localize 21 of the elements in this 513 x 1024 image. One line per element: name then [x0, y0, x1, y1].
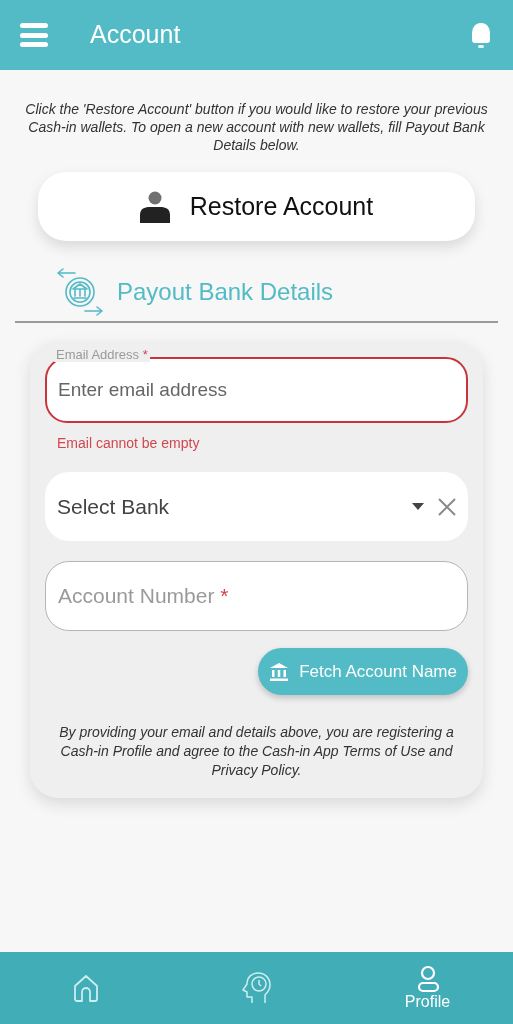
- section-title: Payout Bank Details: [117, 277, 334, 307]
- error-message: Email cannot be empty: [57, 434, 201, 453]
- home-icon: [71, 973, 100, 1003]
- account-number-field[interactable]: Account Number *: [45, 561, 468, 631]
- email-label: Email Address *: [54, 347, 150, 362]
- menu-icon[interactable]: [20, 23, 48, 47]
- dropdown-caret-icon[interactable]: [412, 503, 424, 510]
- clear-icon[interactable]: [438, 497, 456, 516]
- account-number-placeholder: Account Number *: [58, 583, 229, 610]
- disclaimer-text: By providing your email and details above, you are registering a Cash-in Profile and agree to the Cash-in App Terms of Use and Privacy Policy.: [58, 723, 455, 780]
- restore-account-button[interactable]: Restore Account: [38, 172, 475, 241]
- head-clock-icon: [240, 971, 273, 1005]
- bank-icon: [269, 661, 290, 682]
- nav-item[interactable]: Profile: [342, 952, 513, 1024]
- bank-transfer-icon: [55, 268, 105, 316]
- bank-select[interactable]: Select Bank: [45, 472, 468, 541]
- intro-text: Click the 'Restore Account' button if you would like to restore your previous Cash-in wallets. To open a new account with new wallets, fill Payout Bank Details below.: [24, 100, 489, 154]
- page-title: Account: [90, 19, 181, 51]
- select-placeholder: Select Bank: [57, 493, 170, 520]
- person-icon: [139, 190, 170, 223]
- bell-icon[interactable]: [469, 21, 493, 49]
